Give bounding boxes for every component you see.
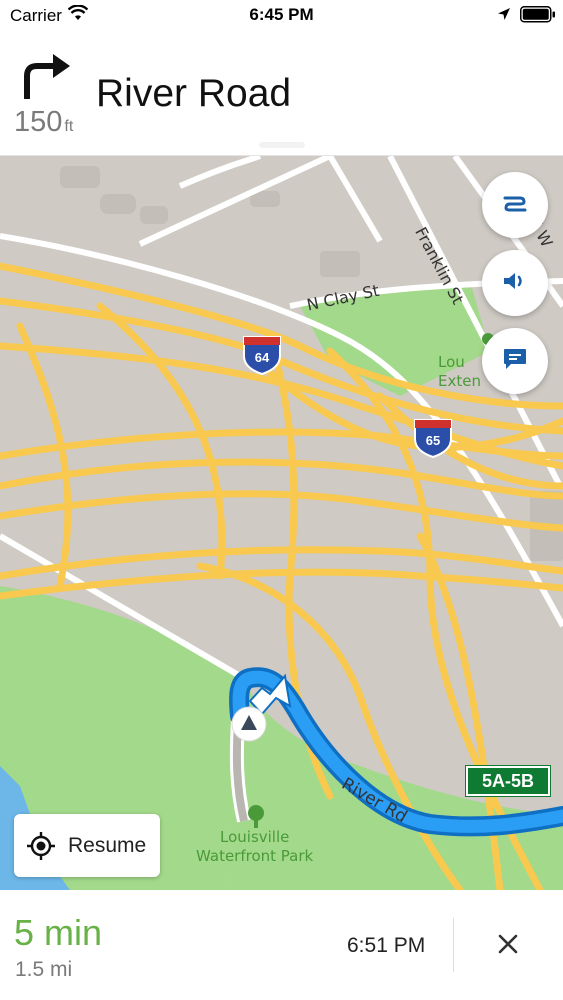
park-label-line1: Louisville [220, 828, 290, 846]
arrival-time: 6:51 PM [347, 934, 426, 957]
place-label-louisville-extension: Lou Exten [438, 353, 481, 390]
street-name: River Road [96, 72, 292, 115]
turn-right-icon [20, 52, 72, 105]
resume-label: Resume [68, 833, 147, 857]
trip-duration: 5 min [14, 912, 103, 953]
i65-label: 65 [426, 433, 440, 448]
navigation-screen: Carrier 6:45 PM 150 ft River Road 64 65 … [0, 0, 563, 1000]
resume-button[interactable]: Resume [14, 814, 160, 877]
exit-number-badge: 5A-5B [465, 765, 551, 797]
location-arrow-icon [497, 6, 511, 26]
trip-summary-bar: 5 min 1.5 mi 6:51 PM [0, 890, 563, 1000]
end-navigation-button[interactable] [489, 927, 527, 965]
speaker-icon [502, 270, 528, 297]
sound-toggle-button[interactable] [482, 250, 548, 316]
park-label-line2: Waterfront Park [196, 847, 314, 865]
distance-value: 150 [14, 106, 63, 138]
route-icon [502, 193, 528, 218]
route-overview-button[interactable] [482, 172, 548, 238]
maneuver-distance: 150 ft [14, 106, 73, 139]
close-icon [497, 933, 519, 960]
trip-distance: 1.5 mi [15, 958, 73, 981]
drag-handle[interactable] [259, 142, 305, 148]
battery-icon [520, 6, 556, 28]
maneuver-banner[interactable]: 150 ft River Road [0, 32, 563, 156]
distance-unit: ft [64, 118, 74, 135]
recenter-icon [26, 831, 56, 861]
interstate-65-shield: 65 [414, 419, 452, 459]
feedback-button[interactable] [482, 328, 548, 394]
chat-icon [502, 347, 528, 376]
clock: 6:45 PM [249, 5, 314, 24]
status-bar: Carrier 6:45 PM [0, 0, 563, 32]
interstate-64-shield: 64 [243, 336, 281, 376]
i64-label: 64 [255, 350, 270, 365]
user-location-puck [231, 706, 267, 742]
divider [453, 918, 454, 972]
